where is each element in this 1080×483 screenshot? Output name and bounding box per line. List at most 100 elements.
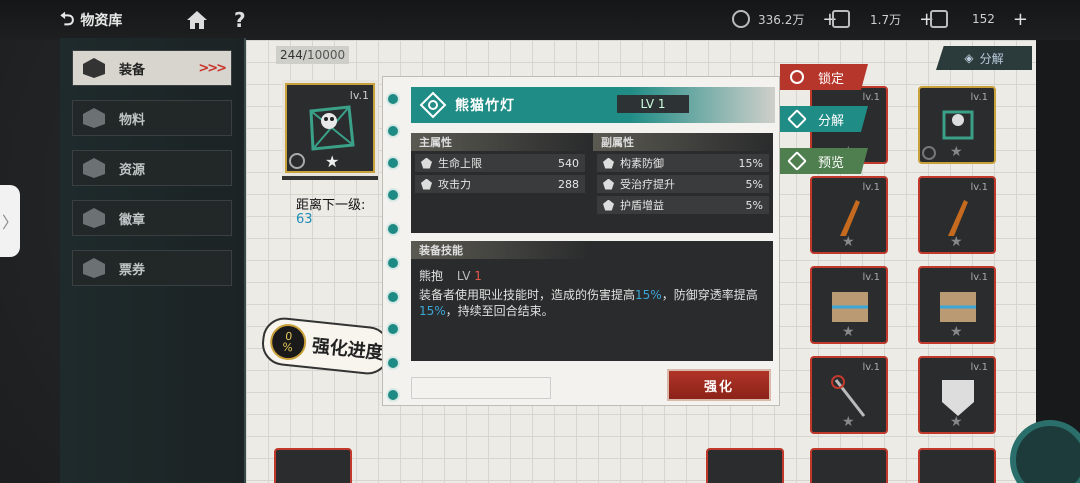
item-card[interactable]: lv.1 ★	[810, 356, 888, 434]
star-icon: ★	[842, 234, 855, 250]
screen-title: 物资库	[80, 13, 123, 29]
item-card[interactable]: lv.1 ★	[918, 266, 996, 344]
resource-coin: 336.2万 +	[732, 8, 837, 30]
item-card[interactable]	[706, 448, 784, 483]
attr-value: 15%	[738, 156, 763, 170]
item-level: lv.1	[862, 92, 880, 103]
attr-value: 5%	[745, 198, 763, 212]
binder-ring	[386, 156, 400, 170]
binder-ring	[386, 188, 400, 202]
sub-attributes: 副属性 构素防御 15% 受治疗提升 5% 护盾增益 5%	[593, 133, 773, 214]
lantern-art-icon	[942, 110, 974, 140]
item-card[interactable]	[918, 448, 996, 483]
star-icon: ★	[325, 152, 340, 171]
enhance-button[interactable]: 强化	[667, 369, 771, 401]
bulk-split-button[interactable]: ◈ 分解	[936, 46, 1032, 70]
skill-desc-text: ，持续至回合结束。	[445, 304, 554, 318]
star-icon: ★	[950, 414, 963, 430]
sidebar-item-label: 资源	[119, 162, 146, 178]
attr-row: 受治疗提升 5%	[597, 175, 769, 193]
skill-desc-highlight: 15%	[419, 304, 446, 318]
decorative-stamp	[411, 377, 551, 399]
attr-row: 生命上限 540	[415, 154, 585, 172]
skill-box: 装备技能 熊抱 LV 1 装备者使用职业技能时，造成的伤害提高15%，防御穿透率…	[411, 241, 773, 361]
attribute-box: 主属性 生命上限 540 攻击力 288 副属性 构素防御 15% 受治疗提升 …	[411, 133, 773, 233]
sub-attr-header: 副属性	[593, 133, 773, 151]
attr-label: 构素防御	[620, 157, 664, 170]
crystal-icon	[930, 10, 948, 28]
badge-icon	[922, 146, 936, 160]
next-level-label: 距离下一级:	[296, 198, 366, 213]
back-arrow-icon: ⮌	[60, 9, 75, 30]
resource-coin-value: 336.2万	[758, 12, 805, 27]
attr-value: 5%	[745, 177, 763, 191]
attr-label: 护盾增益	[620, 199, 664, 212]
sidebar-item-materials[interactable]: 物料	[72, 100, 232, 136]
resources-icon	[83, 158, 105, 178]
skill-level-text: LV	[456, 269, 471, 283]
panda-lantern-icon	[309, 105, 355, 151]
attr-row: 构素防御 15%	[597, 154, 769, 172]
attr-label: 攻击力	[438, 178, 471, 191]
binder-ring	[386, 124, 400, 138]
attr-value: 540	[558, 156, 579, 170]
resource-chip-value: 1.7万	[870, 12, 902, 27]
staff-art-icon	[831, 375, 866, 417]
item-card[interactable]: lv.1 ★	[810, 266, 888, 344]
star-icon: ★	[950, 144, 963, 160]
home-icon[interactable]	[186, 10, 208, 30]
skill-level-number: 1	[474, 269, 482, 283]
resource-crystal: 152 +	[930, 8, 1028, 30]
category-sidebar: 装备 >>> 物料 资源 徽章 票券	[60, 38, 246, 483]
bulk-split-label: 分解	[979, 51, 1004, 66]
layers-icon	[787, 151, 807, 171]
sidebar-item-badges[interactable]: 徽章	[72, 200, 232, 236]
split-icon: ◈	[964, 51, 974, 65]
lock-button[interactable]: 锁定	[780, 64, 868, 90]
preview-button[interactable]: 预览	[780, 148, 868, 174]
side-drawer-handle[interactable]: 〉	[0, 185, 20, 257]
skill-description: 装备者使用职业技能时，造成的伤害提高15%，防御穿透率提高15%，持续至回合结束…	[419, 287, 769, 319]
binder-ring	[386, 92, 400, 106]
binder-ring	[386, 222, 400, 236]
item-level-box: LV 1	[617, 95, 689, 113]
split-button[interactable]: 分解	[780, 106, 868, 132]
skill-title: 熊抱 LV 1	[419, 267, 482, 284]
attr-value: 288	[558, 177, 579, 191]
binder-ring	[386, 256, 400, 270]
item-card[interactable]: lv.1 ★	[918, 86, 996, 164]
top-bar: ⮌ 物资库 ? 336.2万 + 1.7万 + 152 +	[0, 0, 1080, 40]
defense-icon	[603, 157, 614, 169]
selected-item-card[interactable]: lv.1 ★	[282, 80, 378, 176]
star-icon: ★	[950, 234, 963, 250]
lock-label: 锁定	[818, 71, 845, 87]
binder-ring	[386, 388, 400, 402]
skill-name: 熊抱	[419, 269, 444, 283]
skill-desc-highlight: 15%	[635, 288, 662, 302]
star-icon: ★	[842, 324, 855, 340]
item-card[interactable]	[810, 448, 888, 483]
sidebar-item-equipment[interactable]: 装备 >>>	[72, 50, 232, 86]
materials-icon	[83, 108, 105, 128]
inventory-count-max: 10000	[306, 48, 346, 62]
back-button[interactable]: ⮌ 物资库	[60, 8, 150, 32]
main-attr-header: 主属性	[411, 133, 589, 151]
item-detail-panel: 熊猫竹灯 LV 1 主属性 生命上限 540 攻击力 288 副属性 构素防御 …	[382, 76, 780, 406]
split-icon	[787, 109, 807, 129]
sidebar-item-tickets[interactable]: 票券	[72, 250, 232, 286]
item-name: 熊猫竹灯	[455, 98, 515, 114]
sidebar-item-resources[interactable]: 资源	[72, 150, 232, 186]
item-card[interactable]: lv.1 ★	[918, 356, 996, 434]
main-attributes: 主属性 生命上限 540 攻击力 288	[411, 133, 589, 193]
item-card[interactable]: lv.1 ★	[918, 176, 996, 254]
item-card[interactable]: lv.1 ★	[810, 176, 888, 254]
inventory-count: 244/10000	[276, 46, 350, 64]
help-icon[interactable]: ?	[234, 8, 246, 32]
skill-header: 装备技能	[411, 241, 591, 259]
item-card[interactable]	[274, 448, 352, 483]
coin-icon	[732, 10, 750, 28]
heart-icon	[421, 157, 432, 169]
add-crystal-button[interactable]: +	[1013, 9, 1028, 30]
badge-icon	[83, 208, 105, 228]
equipment-icon	[83, 58, 105, 78]
